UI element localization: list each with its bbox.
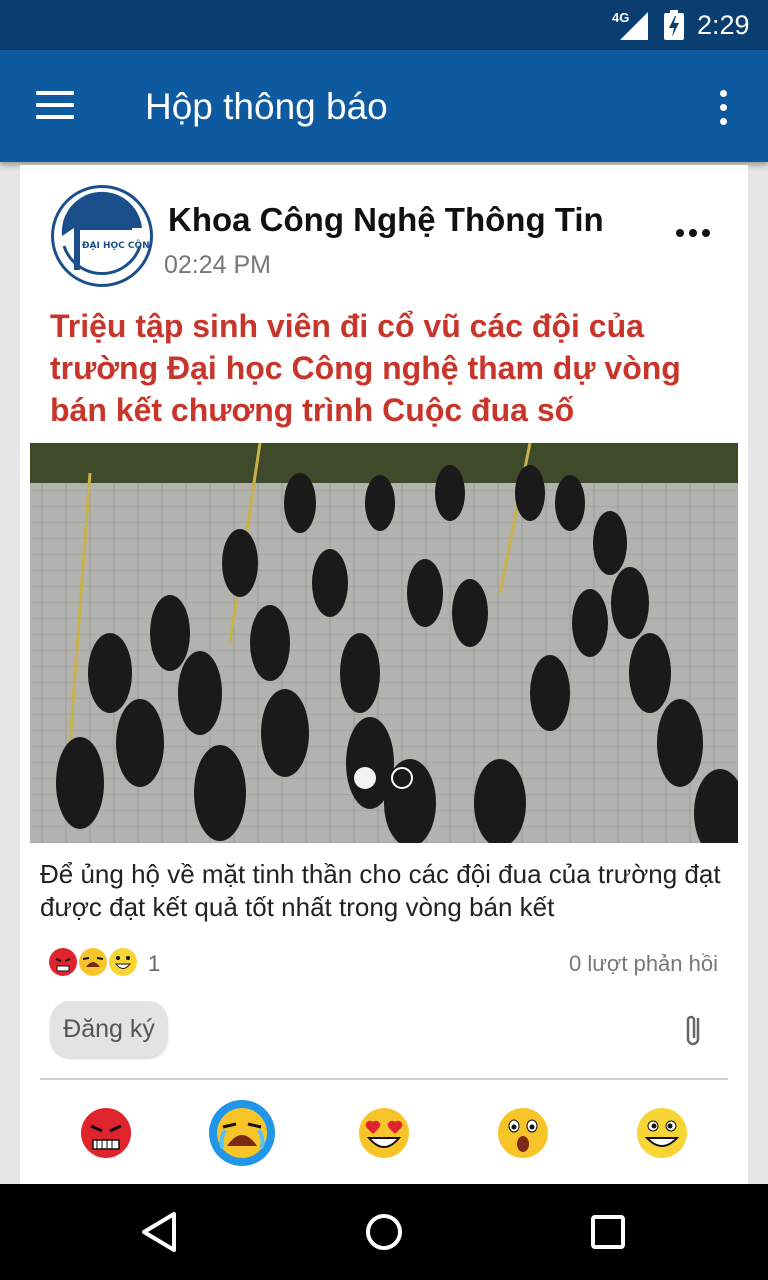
graduates-photo <box>30 443 738 843</box>
post-image[interactable] <box>30 443 738 843</box>
post-headline[interactable]: Triệu tập sinh viên đi cổ vũ các đội của… <box>50 305 730 431</box>
reply-count[interactable]: 0 lượt phản hồi <box>569 951 718 977</box>
laughing-reaction-icon[interactable] <box>629 1100 695 1166</box>
recents-icon[interactable] <box>582 1206 634 1258</box>
post-options-icon[interactable] <box>676 227 712 239</box>
laughing-icon <box>109 948 137 976</box>
battery-charging-icon <box>664 10 684 40</box>
signal-icon <box>620 12 648 40</box>
crying-icon <box>79 948 107 976</box>
surprised-reaction-icon[interactable] <box>490 1100 556 1166</box>
sender-avatar[interactable]: ĐẠI HỌC CÔNG NGHỆ <box>51 185 153 287</box>
angry-reaction-icon[interactable] <box>73 1100 139 1166</box>
reaction-count: 1 <box>148 951 161 976</box>
app-bar: Hộp thông báo <box>0 50 768 162</box>
divider <box>40 1078 728 1080</box>
overflow-menu-icon[interactable] <box>712 88 736 128</box>
heart-eyes-reaction-icon[interactable] <box>351 1100 417 1166</box>
post-time: 02:24 PM <box>164 251 272 279</box>
navigation-bar <box>0 1184 768 1280</box>
menu-icon[interactable] <box>36 91 76 121</box>
crying-reaction-icon <box>217 1108 267 1158</box>
university-logo: ĐẠI HỌC CÔNG NGHỆ <box>58 191 150 280</box>
clock: 2:29 <box>697 10 750 40</box>
carousel-dot-active <box>354 767 376 789</box>
crying-reaction-button[interactable] <box>209 1100 275 1166</box>
sender-name[interactable]: Khoa Công Nghệ Thông Tin <box>168 201 604 239</box>
notification-card: ĐẠI HỌC CÔNG NGHỆ Khoa Công Nghệ Thông T… <box>20 165 748 1185</box>
home-icon[interactable] <box>358 1206 410 1258</box>
post-body: Để ủng hộ về mặt tinh thần cho các đội đ… <box>40 859 721 922</box>
status-bar: 4G 2:29 <box>0 0 768 50</box>
reaction-summary[interactable]: 1 <box>48 945 188 981</box>
attachment-icon[interactable] <box>680 1013 708 1049</box>
angry-icon <box>49 948 77 976</box>
back-icon[interactable] <box>134 1206 186 1258</box>
page-title: Hộp thông báo <box>145 86 388 127</box>
subscribe-button[interactable]: Đăng ký <box>50 1001 168 1057</box>
